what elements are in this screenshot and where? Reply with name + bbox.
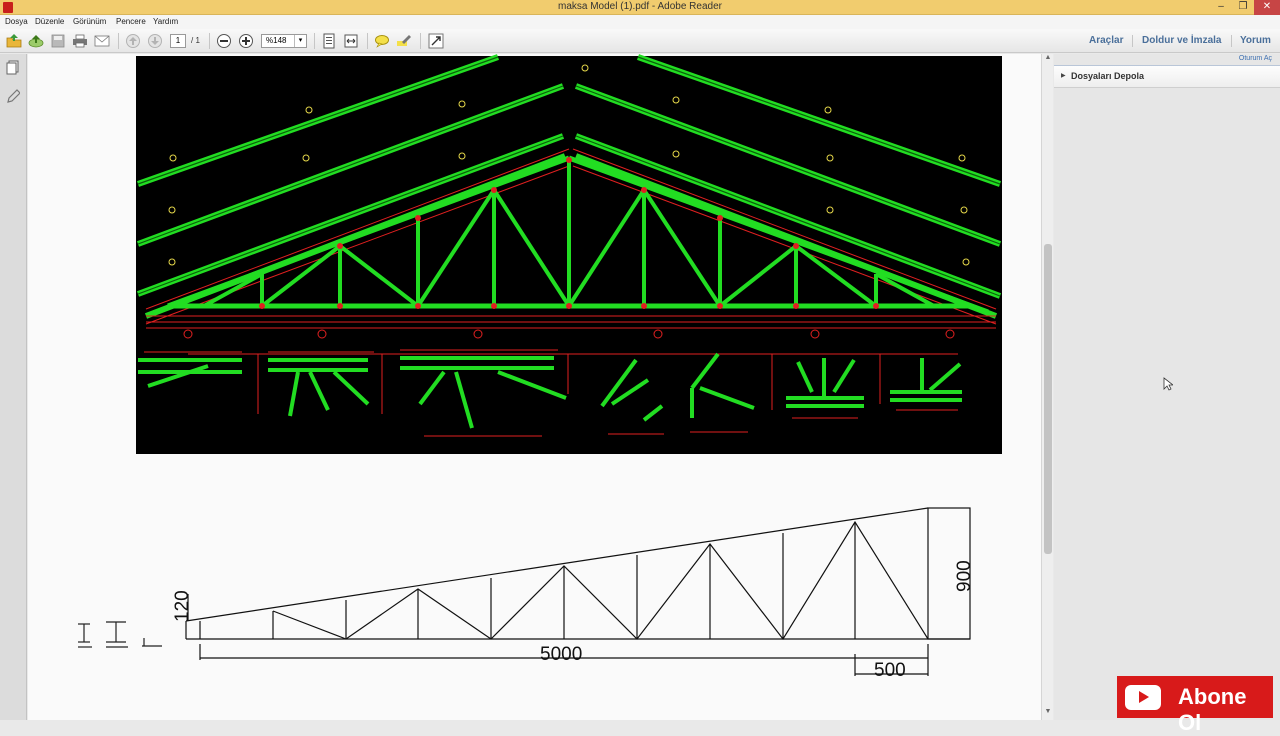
toolbar: 1 / 1 %148 ▾ Araçlar Doldur ve İmzala Yo… [0,29,1280,53]
mouse-cursor-icon [1163,377,1175,396]
toolbar-separator [1132,35,1133,47]
chevron-right-icon: ▶ [1061,73,1066,79]
youtube-play-icon [1125,685,1161,710]
chevron-down-icon[interactable]: ▾ [294,35,306,47]
fit-width-icon[interactable] [343,33,359,49]
subscribe-label: Abone Ol [1178,684,1247,735]
page-up-icon[interactable] [125,33,141,49]
zoom-in-icon[interactable] [238,33,254,49]
toolbar-separator [420,33,421,49]
scroll-up-icon[interactable]: ▲ [1042,54,1054,61]
upload-icon[interactable] [28,33,44,49]
pages-icon[interactable] [6,60,20,81]
document-view[interactable]: 120 900 5000 500 [28,54,1041,720]
menu-duzenle[interactable]: Düzenle [35,17,64,26]
scroll-down-icon[interactable]: ▼ [1042,708,1054,715]
signature-pen-icon[interactable] [6,88,21,109]
fill-sign-button[interactable]: Doldur ve İmzala [1142,35,1221,46]
menu-gorunum[interactable]: Görünüm [73,17,106,26]
toolbar-separator [367,33,368,49]
dimension-height-left: 120 [172,590,193,622]
dimension-end-segment: 500 [874,660,906,681]
window-title: maksa Model (1).pdf - Adobe Reader [558,1,722,12]
zoom-select[interactable]: %148 ▾ [261,34,307,48]
toolbar-separator [314,33,315,49]
page-down-icon[interactable] [147,33,163,49]
fit-page-icon[interactable] [321,33,337,49]
print-icon[interactable] [72,33,88,49]
restore-button[interactable]: ❐ [1232,0,1254,15]
navigation-pane [0,54,27,720]
pdf-page: 120 900 5000 500 [78,54,1002,681]
tools-button[interactable]: Araçlar [1089,35,1123,46]
comment-icon[interactable] [374,33,390,49]
zoom-value: %148 [266,36,287,45]
expand-icon[interactable] [428,33,444,49]
store-files-section[interactable]: ▶ Dosyaları Depola [1054,66,1280,88]
dimension-span: 5000 [540,644,582,665]
document-scrollbar[interactable]: ▲ ▼ [1041,54,1053,720]
toolbar-separator [118,33,119,49]
subscribe-button[interactable]: Abone Ol [1117,676,1273,735]
menu-yardim[interactable]: Yardım [153,17,178,26]
dimension-height-right: 900 [954,560,975,592]
sign-in-link[interactable]: Oturum Aç [1239,55,1272,62]
cad-truss-drawing [136,54,1002,454]
menu-pencere[interactable]: Pencere [116,17,146,26]
store-files-label: Dosyaları Depola [1071,71,1145,81]
minimize-button[interactable]: – [1210,0,1232,15]
toolbar-separator [209,33,210,49]
scrollbar-thumb[interactable] [1044,244,1052,554]
comment-button[interactable]: Yorum [1240,35,1271,46]
save-icon[interactable] [50,33,66,49]
menu-bar: Dosya Düzenle Görünüm Pencere Yardım [0,15,1280,29]
page-total: / 1 [191,36,200,45]
toolbar-separator [1231,35,1232,47]
page-number-input[interactable]: 1 [170,34,186,48]
close-button[interactable]: ✕ [1254,0,1280,15]
open-icon[interactable] [6,33,22,49]
section-symbols [78,621,162,648]
email-icon[interactable] [94,33,110,49]
title-bar: maksa Model (1).pdf - Adobe Reader – ❐ ✕ [0,0,1280,15]
highlight-icon[interactable] [396,33,412,49]
menu-dosya[interactable]: Dosya [5,17,28,26]
zoom-out-icon[interactable] [216,33,232,49]
